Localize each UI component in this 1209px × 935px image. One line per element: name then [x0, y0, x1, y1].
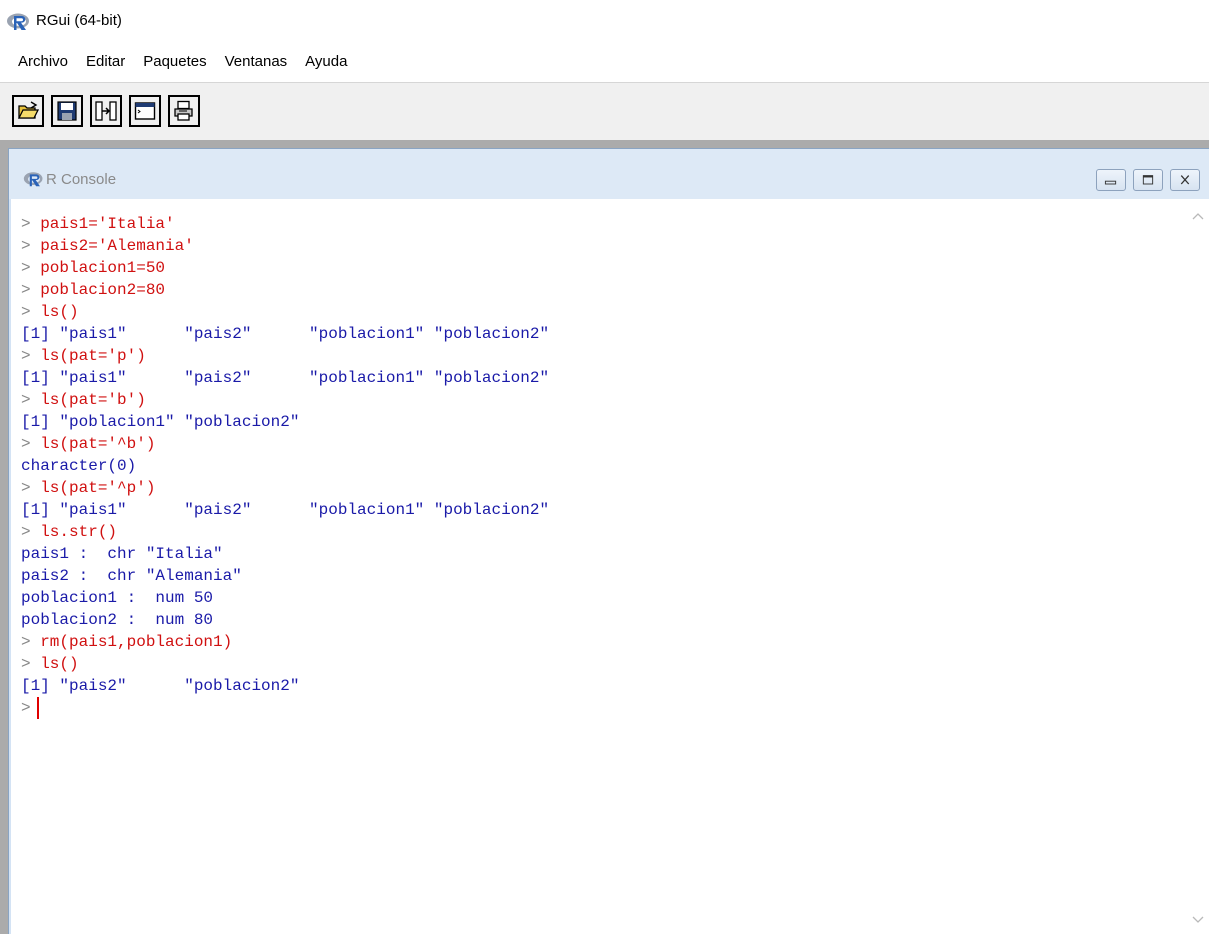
console-output-line: pais1 : chr "Italia": [21, 545, 223, 563]
restore-icon: [1142, 175, 1154, 185]
console-prompt: >: [21, 259, 41, 277]
console-command-text: poblacion1=50: [40, 259, 166, 277]
copy-paste-icon: [95, 101, 117, 121]
console-icon: [134, 102, 156, 120]
console-command-line: > ls(pat='p'): [21, 345, 1181, 367]
console-prompt: >: [21, 281, 41, 299]
console-button[interactable]: [129, 95, 161, 127]
console-prompt: >: [21, 391, 41, 409]
console-prompt: >: [21, 215, 41, 233]
console-output-line: poblacion1 : num 50: [21, 589, 214, 607]
menu-archivo[interactable]: Archivo: [18, 53, 68, 70]
maximize-button[interactable]: [1133, 169, 1163, 191]
console-output: > pais1='Italia' > pais2='Alemania' > pobl…: [21, 213, 1181, 719]
scroll-up-icon[interactable]: [1192, 211, 1204, 221]
vertical-scrollbar[interactable]: [1187, 199, 1209, 935]
console-prompt: >: [21, 655, 41, 673]
console-command-text: ls.str(): [40, 523, 118, 541]
console-command-text: ls(): [40, 303, 79, 321]
print-icon: [174, 100, 193, 121]
console-output-line: pais2 : chr "Alemania": [21, 567, 242, 585]
console-command-text: pais2='Alemania': [40, 237, 194, 255]
console-command-text: ls(pat='^b'): [40, 435, 156, 453]
console-prompt: >: [21, 435, 41, 453]
open-script-button[interactable]: [12, 95, 44, 127]
console-prompt: >: [21, 237, 41, 255]
scroll-down-icon[interactable]: [1192, 915, 1204, 925]
console-input-line[interactable]: >: [21, 697, 1181, 719]
console-command-text: pais1='Italia': [40, 215, 175, 233]
close-button[interactable]: [1170, 169, 1200, 191]
console-command-text: poblacion2=80: [40, 281, 166, 299]
minimize-icon: [1104, 180, 1117, 185]
menu-ventanas[interactable]: Ventanas: [225, 53, 288, 70]
console-prompt: >: [21, 699, 31, 717]
console-prompt: >: [21, 633, 41, 651]
minimize-button[interactable]: [1096, 169, 1126, 191]
console-command-line: > ls(pat='^p'): [21, 477, 1181, 499]
console-command-line: > rm(pais1,poblacion1): [21, 631, 1181, 653]
menu-bar: Archivo Editar Paquetes Ventanas Ayuda: [0, 44, 1209, 78]
open-script-icon: [17, 101, 39, 119]
print-button[interactable]: [168, 95, 200, 127]
save-button[interactable]: [51, 95, 83, 127]
console-prompt: >: [21, 523, 41, 541]
toolbar: [0, 82, 1209, 141]
console-output-line: [1] "pais1" "pais2" "poblacion1" "poblac…: [21, 369, 550, 387]
menu-ayuda[interactable]: Ayuda: [305, 53, 347, 70]
console-command-line: > pais2='Alemania': [21, 235, 1181, 257]
console-output-line: [1] "pais2" "poblacion2": [21, 677, 300, 695]
text-cursor: [36, 697, 39, 719]
console-output-line: poblacion2 : num 80: [21, 611, 214, 629]
console-command-text: ls(pat='^p'): [40, 479, 156, 497]
r-console-window[interactable]: R Console > pais1='Italia' > pais2='Alema…: [8, 148, 1209, 935]
console-output-line: [1] "pais1" "pais2" "poblacion1" "poblac…: [21, 325, 550, 343]
console-prompt: >: [21, 479, 41, 497]
r-logo-icon: [7, 13, 29, 30]
console-command-text: ls(pat='p'): [40, 347, 146, 365]
title-bar: RGui (64-bit): [0, 0, 1209, 44]
console-command-line: > pais1='Italia': [21, 213, 1181, 235]
console-prompt: >: [21, 347, 41, 365]
console-output-line: [1] "poblacion1" "poblacion2": [21, 413, 300, 431]
console-command-line: > ls(): [21, 301, 1181, 323]
console-output-line: character(0): [21, 457, 137, 475]
console-command-line: > ls(pat='^b'): [21, 433, 1181, 455]
menu-editar[interactable]: Editar: [86, 53, 125, 70]
console-command-text: ls(): [40, 655, 79, 673]
console-command-text: ls(pat='b'): [40, 391, 146, 409]
console-command-line: > ls(): [21, 653, 1181, 675]
console-command-line: > poblacion2=80: [21, 279, 1181, 301]
copy-paste-button[interactable]: [90, 95, 122, 127]
window-title: RGui (64-bit): [36, 12, 122, 29]
console-title-bar[interactable]: R Console: [9, 149, 1209, 199]
r-logo-icon: [23, 172, 43, 187]
console-output-line: [1] "pais1" "pais2" "poblacion1" "poblac…: [21, 501, 550, 519]
save-icon: [57, 101, 77, 121]
console-command-line: > poblacion1=50: [21, 257, 1181, 279]
mdi-workspace: R Console > pais1='Italia' > pais2='Alema…: [0, 140, 1209, 935]
close-icon: [1180, 175, 1190, 185]
menu-paquetes[interactable]: Paquetes: [143, 53, 206, 70]
console-title: R Console: [46, 171, 117, 188]
console-command-line: > ls.str(): [21, 521, 1181, 543]
console-command-line: > ls(pat='b'): [21, 389, 1181, 411]
console-text-area[interactable]: > pais1='Italia' > pais2='Alemania' > pobl…: [11, 199, 1209, 935]
console-prompt: >: [21, 303, 41, 321]
console-command-text: rm(pais1,poblacion1): [40, 633, 233, 651]
